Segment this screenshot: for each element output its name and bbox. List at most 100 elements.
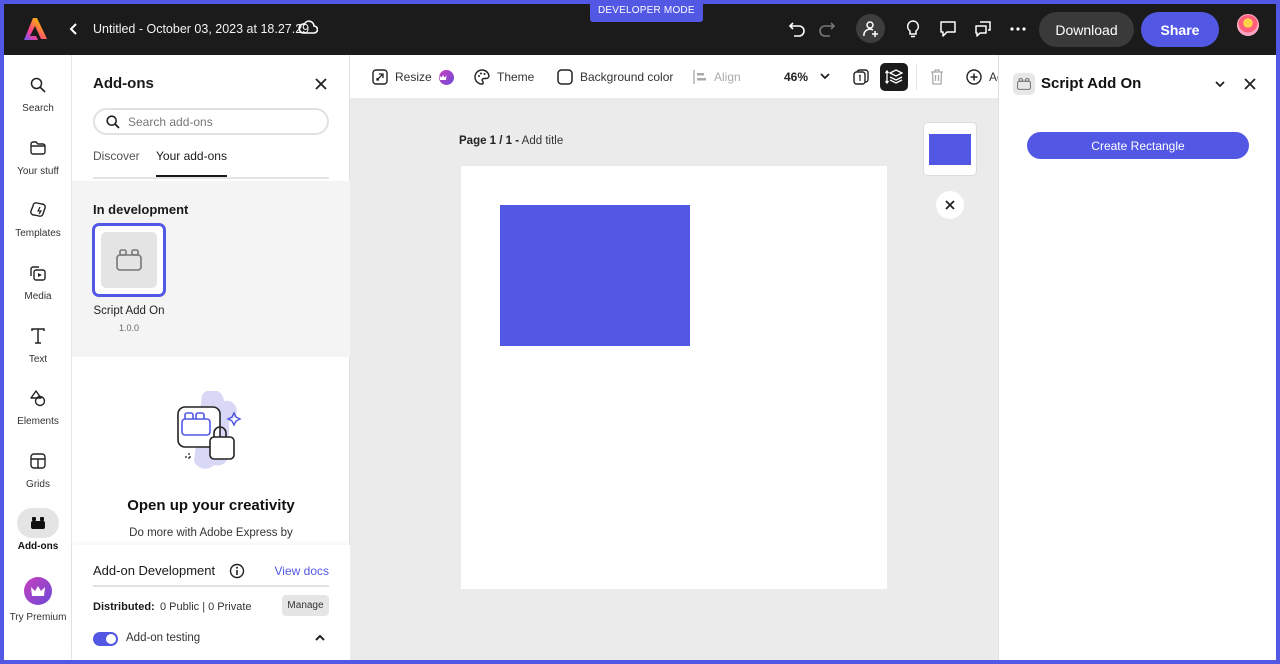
- redo-icon: [819, 22, 836, 37]
- close-thumbnails-button[interactable]: [936, 191, 964, 219]
- addon-promo-illustration: [177, 391, 242, 469]
- chevron-down-icon[interactable]: [818, 69, 832, 83]
- background-color-label: Background color: [580, 70, 674, 84]
- close-panel-button[interactable]: [312, 75, 330, 93]
- in-development-heading: In development: [93, 202, 189, 217]
- page-title-input[interactable]: Add title: [522, 135, 564, 147]
- adobe-express-logo[interactable]: [22, 17, 48, 41]
- undo-button[interactable]: [784, 16, 810, 42]
- download-button[interactable]: Download: [1039, 12, 1134, 47]
- page-indicator: Page 1 / 1 - Add title: [459, 135, 563, 147]
- search-icon: [30, 77, 46, 93]
- more-icon: [1010, 27, 1026, 31]
- invite-button[interactable]: [856, 14, 885, 43]
- manage-button[interactable]: Manage: [282, 595, 329, 616]
- comment-button[interactable]: [935, 16, 961, 42]
- create-rectangle-button[interactable]: Create Rectangle: [1027, 132, 1249, 159]
- addon-card-script-add-on[interactable]: [92, 223, 166, 297]
- rail-item-add-ons[interactable]: Add-ons: [4, 508, 72, 566]
- align-label: Align: [714, 70, 741, 84]
- more-button[interactable]: [1005, 16, 1031, 42]
- panel-title: Add-ons: [93, 75, 154, 92]
- rail-label: Media: [24, 291, 52, 302]
- rail-label: Try Premium: [9, 612, 67, 623]
- chevron-up-icon[interactable]: [313, 631, 327, 645]
- rail-item-text[interactable]: Text: [4, 321, 72, 379]
- view-docs-link[interactable]: View docs: [275, 564, 329, 578]
- addon-plugin-icon: [1013, 73, 1035, 95]
- trash-icon: [931, 69, 943, 85]
- tab-discover[interactable]: Discover: [93, 149, 140, 175]
- pages-button[interactable]: [850, 66, 872, 88]
- undo-icon: [788, 22, 805, 37]
- rail-label: Elements: [17, 416, 59, 427]
- distributed-label: Distributed:: [93, 601, 155, 613]
- add-button[interactable]: Ac: [966, 55, 998, 98]
- theme-button[interactable]: Theme: [474, 55, 534, 98]
- background-color-button[interactable]: Background color: [557, 55, 674, 98]
- addon-testing-toggle[interactable]: [93, 632, 118, 646]
- rail-item-your-stuff[interactable]: Your stuff: [4, 133, 72, 191]
- addons-tabs: Discover Your add-ons: [93, 147, 329, 179]
- close-icon: [315, 78, 327, 90]
- resize-label: Resize: [395, 70, 432, 84]
- rail-item-elements[interactable]: Elements: [4, 383, 72, 441]
- inspiration-button[interactable]: [900, 16, 926, 42]
- rail-item-grids[interactable]: Grids: [4, 446, 72, 504]
- addon-name: Script Add On: [93, 305, 165, 317]
- divider: [93, 585, 329, 587]
- script-addon-panel: Script Add On Create Rectangle: [998, 55, 1276, 660]
- rail-label: Text: [28, 354, 48, 365]
- chevron-left-icon: [69, 23, 77, 35]
- resize-button[interactable]: Resize: [372, 55, 454, 98]
- align-left-icon: [693, 70, 706, 84]
- comments-icon: [975, 21, 991, 37]
- addon-plugin-icon: [116, 249, 142, 271]
- avatar[interactable]: [1237, 14, 1259, 36]
- redo-button[interactable]: [814, 16, 840, 42]
- close-icon: [1244, 78, 1256, 90]
- tab-your-add-ons[interactable]: Your add-ons: [156, 149, 227, 177]
- crown-icon: [24, 577, 52, 605]
- addon-development-title: Add-on Development: [93, 563, 216, 578]
- document-title[interactable]: Untitled - October 03, 2023 at 18.27.29: [93, 22, 309, 36]
- comments-panel-button[interactable]: [970, 16, 996, 42]
- rail-label: Search: [22, 103, 54, 114]
- toolbar-divider: [916, 64, 917, 90]
- in-development-section: In development Script Add On 1.0.0: [72, 181, 350, 357]
- page-thumbnail[interactable]: [923, 122, 977, 176]
- page-number: Page 1 / 1 -: [459, 135, 520, 147]
- rail-item-templates[interactable]: Templates: [4, 195, 72, 253]
- templates-icon: [30, 202, 46, 217]
- back-button[interactable]: [64, 18, 84, 40]
- chevron-down-icon[interactable]: [1213, 77, 1227, 91]
- delete-button[interactable]: [926, 66, 948, 88]
- zoom-level[interactable]: 46%: [784, 70, 808, 84]
- search-addons-input[interactable]: [128, 114, 308, 129]
- layers-button[interactable]: [880, 63, 908, 91]
- rail-item-search[interactable]: Search: [4, 70, 72, 128]
- align-button[interactable]: Align: [693, 55, 741, 98]
- grid-icon: [30, 453, 46, 469]
- rail-item-try-premium[interactable]: Try Premium: [4, 577, 72, 647]
- share-button[interactable]: Share: [1141, 12, 1219, 47]
- close-addon-button[interactable]: [1241, 75, 1259, 93]
- rectangle-shape[interactable]: [500, 205, 690, 346]
- layers-icon: [885, 69, 903, 85]
- left-rail: Search Your stuff Templates Media Text E…: [4, 55, 72, 660]
- promo-title: Open up your creativity: [127, 497, 295, 514]
- rail-label: Grids: [26, 479, 50, 490]
- premium-crown-icon: [438, 69, 454, 85]
- folder-icon: [30, 141, 46, 155]
- promo-text: Do more with Adobe Express by: [129, 527, 293, 539]
- search-icon: [106, 114, 120, 129]
- addons-panel: Add-ons Discover Your add-ons In develop…: [72, 55, 350, 660]
- rail-label: Your stuff: [17, 166, 59, 177]
- cloud-icon[interactable]: [298, 19, 318, 35]
- rail-item-media[interactable]: Media: [4, 258, 72, 316]
- info-icon[interactable]: [229, 563, 245, 579]
- distributed-value: 0 Public | 0 Private: [160, 601, 252, 613]
- design-page[interactable]: [461, 166, 887, 589]
- search-addons-field[interactable]: [93, 108, 329, 135]
- rail-label: Templates: [15, 228, 61, 239]
